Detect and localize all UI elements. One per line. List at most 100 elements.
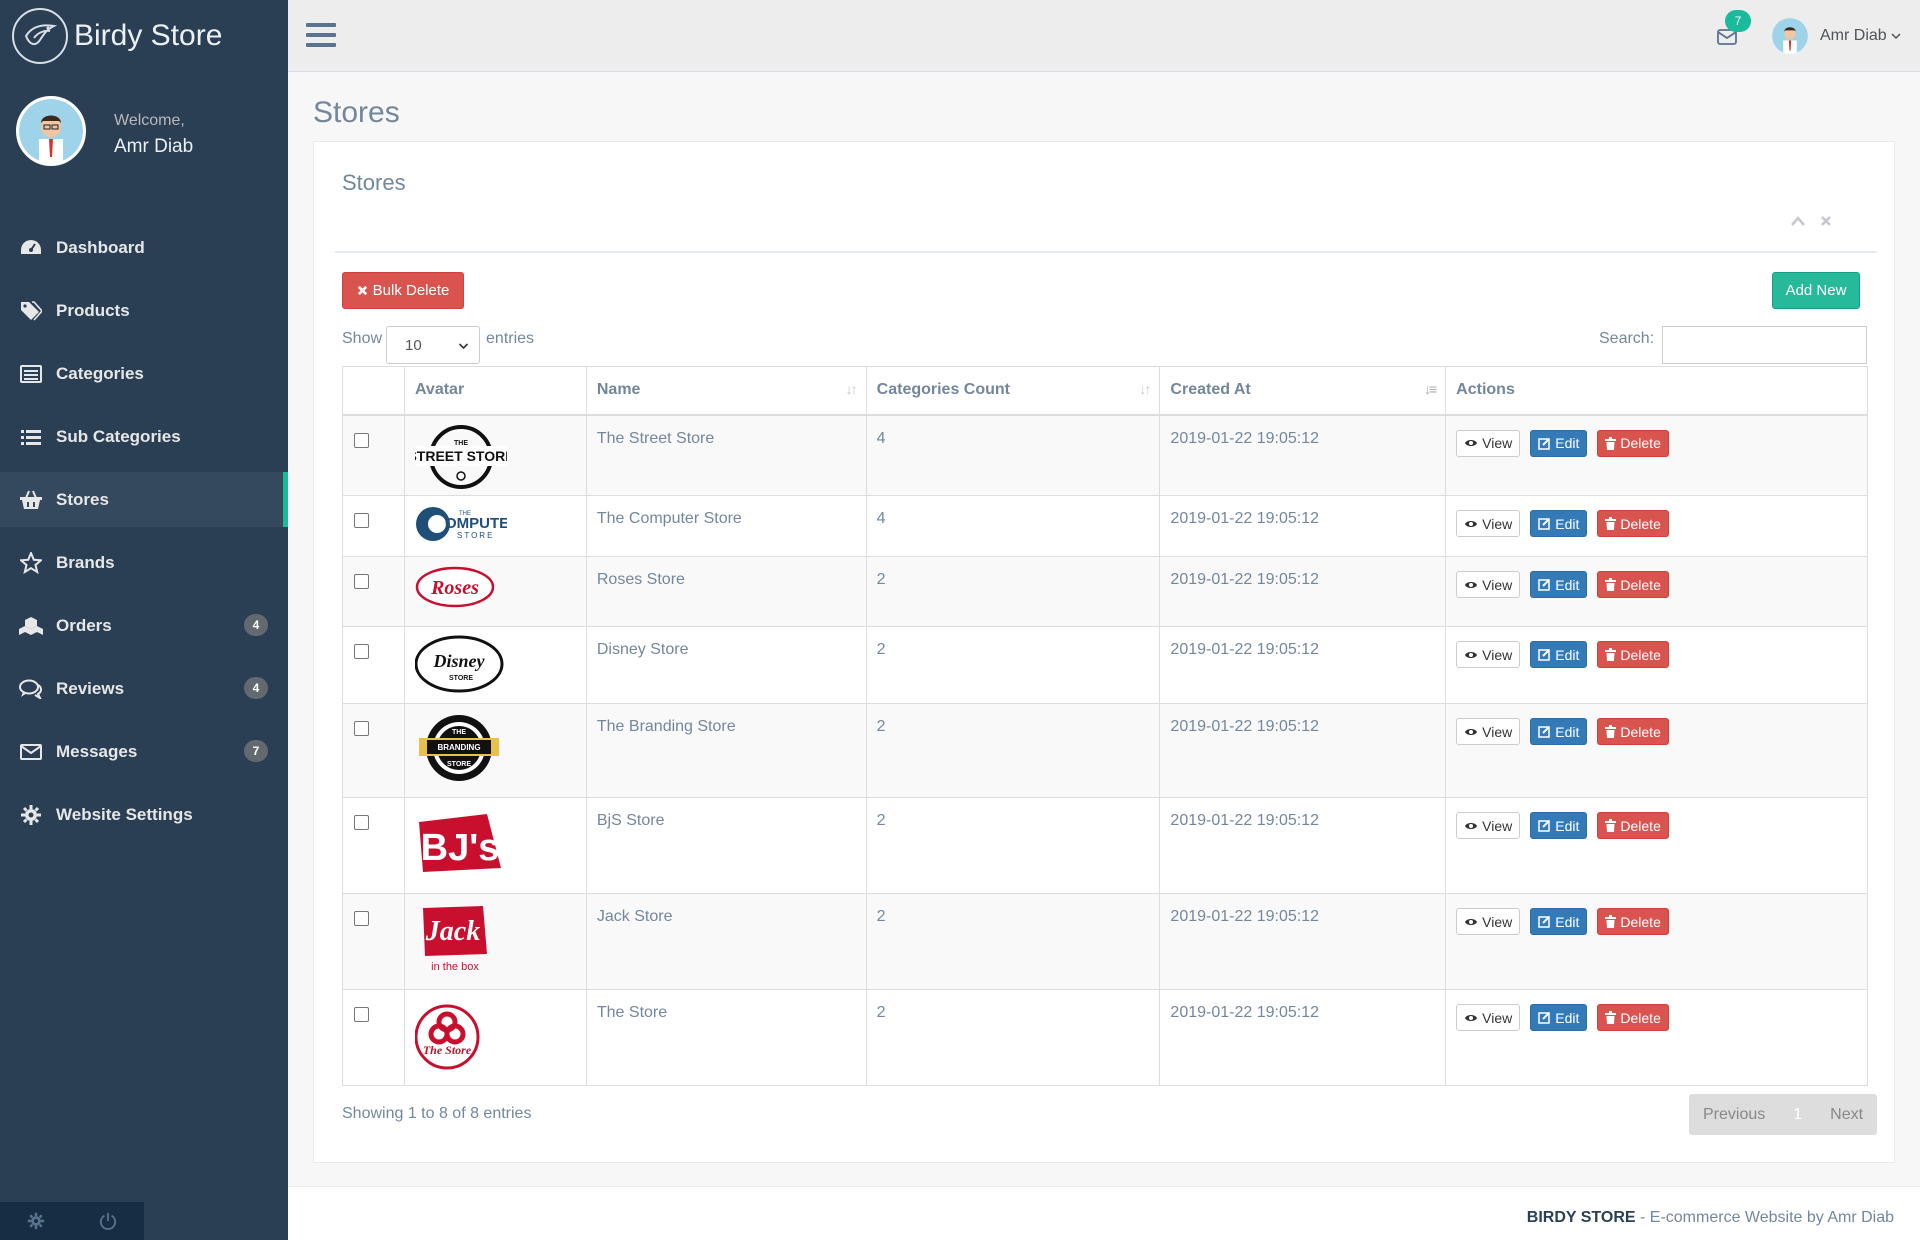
collapse-chevron-up-icon[interactable] [1790, 214, 1806, 232]
sidebar-item-stores[interactable]: Stores [0, 472, 288, 527]
bird-logo-icon [12, 8, 68, 64]
page-1-button[interactable]: 1 [1779, 1094, 1817, 1135]
chevron-down-icon [458, 337, 469, 354]
sidebar-item-orders[interactable]: Orders 4 [0, 598, 288, 653]
envelope-icon [18, 739, 44, 765]
edit-button[interactable]: Edit [1530, 429, 1588, 457]
close-icon[interactable] [1820, 214, 1832, 232]
bulk-delete-button[interactable]: Bulk Delete [342, 272, 464, 309]
svg-text:Disney: Disney [432, 651, 485, 671]
row-checkbox[interactable] [354, 911, 369, 926]
search-label: Search: [1599, 330, 1655, 347]
sidebar-item-website-settings[interactable]: Website Settings [0, 787, 288, 842]
delete-button[interactable]: Delete [1597, 571, 1669, 598]
eye-icon [1464, 438, 1478, 448]
edit-button[interactable]: Edit [1530, 908, 1588, 935]
eye-icon [1464, 821, 1478, 831]
row-checkbox[interactable] [354, 1007, 369, 1022]
edit-icon [1538, 437, 1551, 450]
categories-count: 2 [865, 797, 1161, 894]
sidebar-item-label: Orders [56, 615, 112, 635]
store-name: Jack Store [585, 893, 867, 990]
view-button[interactable]: View [1456, 641, 1521, 668]
delete-button[interactable]: Delete [1597, 429, 1669, 457]
view-button[interactable]: View [1456, 812, 1521, 839]
footer: BIRDY STORE - E-commerce Website by Amr … [288, 1186, 1920, 1240]
column-header-created-at[interactable]: Created At ↓≡ [1159, 366, 1447, 416]
view-button[interactable]: View [1456, 1004, 1521, 1031]
roses-logo: Roses [415, 566, 495, 608]
logout-power-icon[interactable] [72, 1202, 144, 1240]
footer-credit: - E-commerce Website by Amr Diab [1635, 1209, 1894, 1226]
menu-toggle-icon[interactable] [306, 20, 336, 50]
user-name: Amr Diab [1820, 27, 1887, 44]
view-button[interactable]: View [1456, 510, 1521, 537]
settings-gear-icon[interactable] [0, 1202, 72, 1240]
row-checkbox[interactable] [354, 815, 369, 830]
view-button[interactable]: View [1456, 718, 1521, 745]
eye-icon [1464, 917, 1478, 927]
edit-button[interactable]: Edit [1530, 510, 1588, 537]
sidebar-item-dashboard[interactable]: Dashboard [0, 220, 288, 275]
delete-button[interactable]: Delete [1597, 641, 1669, 668]
column-header-categories-count[interactable]: Categories Count ↓↑ [865, 366, 1161, 416]
top-nav: 7 Amr Diab [288, 0, 1920, 72]
row-checkbox[interactable] [354, 644, 369, 659]
add-new-button[interactable]: Add New [1772, 272, 1860, 309]
created-at: 2019-01-22 19:05:12 [1159, 797, 1447, 894]
delete-button[interactable]: Delete [1597, 908, 1669, 935]
profile: Welcome, Amr Diab [0, 72, 288, 212]
search-input[interactable] [1662, 326, 1868, 364]
store-logo: THE BRANDING STORE [403, 703, 587, 798]
edit-button[interactable]: Edit [1530, 812, 1588, 839]
store-name: The Street Store [585, 414, 867, 496]
store-logo: The Store [403, 989, 587, 1086]
sidebar-item-sub-categories[interactable]: Sub Categories [0, 409, 288, 464]
delete-button[interactable]: Delete [1597, 812, 1669, 839]
panel-divider [335, 251, 1877, 253]
eye-icon [1464, 1013, 1478, 1023]
categories-count: 4 [865, 414, 1161, 496]
delete-button[interactable]: Delete [1597, 510, 1669, 537]
panel-title: Stores [342, 170, 406, 195]
page-length-select[interactable]: 10 [386, 326, 481, 364]
sidebar-item-reviews[interactable]: Reviews 4 [0, 661, 288, 716]
brand[interactable]: Birdy Store [0, 0, 288, 72]
view-button[interactable]: View [1456, 571, 1521, 598]
edit-button[interactable]: Edit [1530, 641, 1588, 668]
disney-store-logo: Disney STORE [414, 635, 504, 693]
row-checkbox[interactable] [354, 432, 369, 448]
table-row: BJ's BjS Store 2 2019-01-22 19:05:12 Vie… [342, 797, 1868, 894]
edit-button[interactable]: Edit [1530, 1004, 1588, 1031]
sidebar-item-messages[interactable]: Messages 7 [0, 724, 288, 779]
edit-button[interactable]: Edit [1530, 571, 1588, 598]
view-button[interactable]: View [1456, 429, 1521, 457]
delete-button[interactable]: Delete [1597, 718, 1669, 745]
row-checkbox[interactable] [354, 721, 369, 736]
table-row: The Store The Store 2 2019-01-22 19:05:1… [342, 989, 1868, 1086]
created-at: 2019-01-22 19:05:12 [1159, 989, 1447, 1086]
sidebar-item-products[interactable]: Products [0, 283, 288, 338]
view-button[interactable]: View [1456, 908, 1521, 935]
previous-button[interactable]: Previous [1689, 1094, 1779, 1135]
store-name: The Computer Store [585, 495, 867, 557]
store-logo: Roses [403, 556, 587, 627]
next-button[interactable]: Next [1816, 1094, 1877, 1135]
svg-text:STREET STORE: STREET STORE [415, 448, 507, 464]
bulk-delete-label: Bulk Delete [372, 282, 450, 299]
sidebar-item-brands[interactable]: Brands [0, 535, 288, 590]
delete-button[interactable]: Delete [1597, 1004, 1669, 1031]
store-name: The Branding Store [585, 703, 867, 798]
user-menu[interactable]: Amr Diab [1772, 18, 1901, 54]
column-header-name[interactable]: Name ↓↑ [585, 366, 867, 416]
sidebar-menu: Dashboard Products Categories Sub Catego… [0, 220, 288, 842]
eye-icon [1464, 727, 1478, 737]
sidebar-item-categories[interactable]: Categories [0, 346, 288, 401]
sidebar-item-label: Products [56, 300, 130, 320]
column-header-actions: Actions [1445, 366, 1868, 416]
row-checkbox[interactable] [354, 574, 369, 589]
edit-button[interactable]: Edit [1530, 718, 1588, 745]
trash-icon [1605, 578, 1617, 591]
the-store-logo: The Store [414, 1004, 480, 1070]
row-checkbox[interactable] [354, 513, 369, 528]
